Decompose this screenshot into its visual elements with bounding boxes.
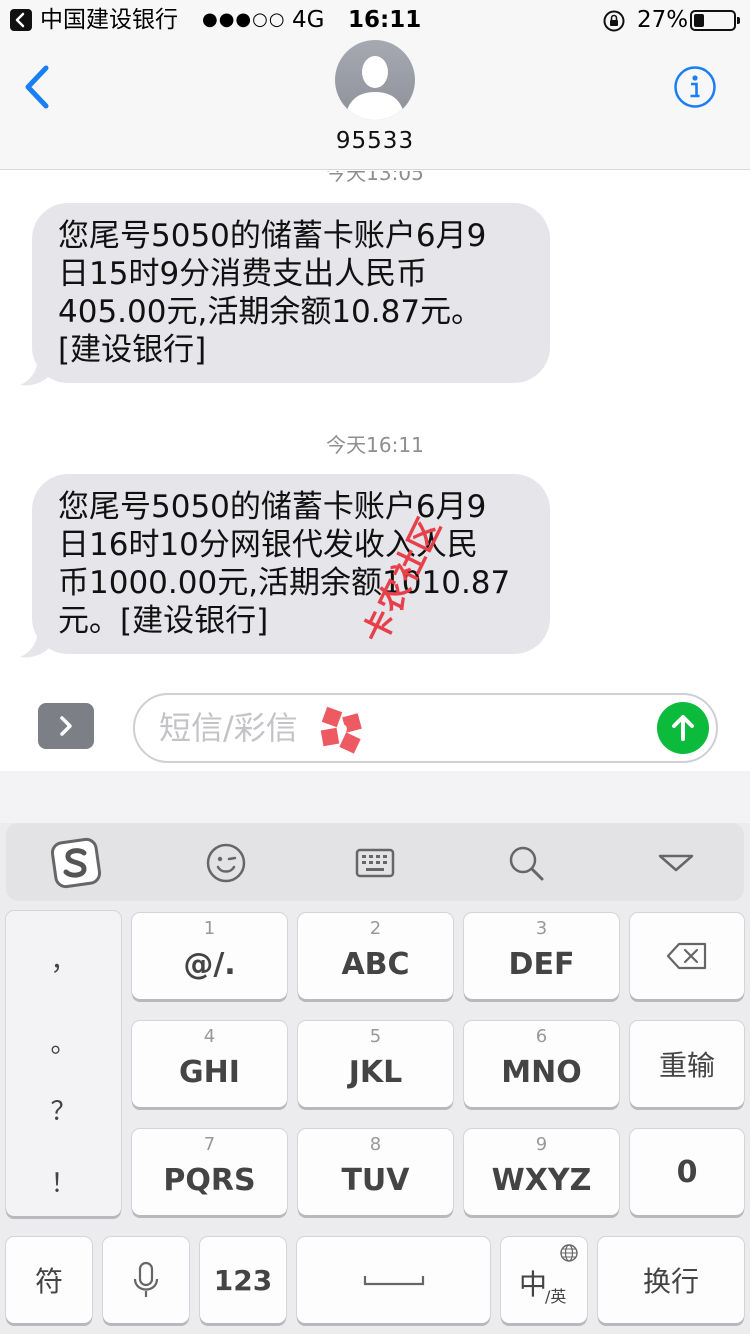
expand-apps-button[interactable]: [38, 703, 94, 749]
space-bar[interactable]: [297, 1237, 490, 1323]
key-label: TUV: [341, 1163, 410, 1198]
conversation-header: 95533: [0, 40, 750, 170]
message-list[interactable]: 今天13:05 您尾号5050的储蓄卡账户6月9 日15时9分消费支出人民币 4…: [0, 171, 750, 671]
space-icon: [363, 1276, 424, 1286]
key-label: 123: [213, 1263, 273, 1297]
message-line: 日15时9分消费支出人民币: [58, 256, 428, 292]
key-number: 4: [203, 1026, 216, 1047]
person-icon: [345, 56, 405, 120]
status-bar: 中国建设银行 ●●●○○ 4G 16:11 27%: [0, 0, 750, 40]
key-1[interactable]: 1 @/.: [132, 913, 287, 999]
key-2[interactable]: 2 ABC: [298, 913, 453, 999]
key-label: 换行: [642, 1265, 699, 1298]
info-icon[interactable]: [673, 65, 717, 109]
punct-key[interactable]: ？: [6, 1091, 121, 1128]
key-9[interactable]: 9 WXYZ: [464, 1129, 619, 1215]
backspace-icon: [666, 942, 707, 970]
sogou-logo-icon[interactable]: [50, 837, 102, 889]
key-number: 3: [535, 918, 548, 939]
message-bubble[interactable]: 您尾号5050的储蓄卡账户6月9 日15时9分消费支出人民币 405.00元,活…: [32, 203, 550, 383]
key-label: JKL: [348, 1055, 403, 1090]
key-number: 6: [535, 1026, 548, 1047]
key-label: @/.: [183, 947, 236, 982]
chevron-right-icon: [60, 716, 72, 736]
key-7[interactable]: 7 PQRS: [132, 1129, 287, 1215]
message-bubble[interactable]: 您尾号5050的储蓄卡账户6月9 日16时10分网银代发收入人民 币1000.0…: [32, 474, 550, 654]
symbols-button[interactable]: 符: [6, 1237, 92, 1323]
punct-key[interactable]: ，: [6, 941, 121, 978]
key-0[interactable]: 0: [630, 1129, 744, 1215]
key-number: 1: [203, 918, 216, 939]
battery-icon: [690, 10, 740, 31]
chevron-left-icon[interactable]: [18, 62, 62, 112]
message-input[interactable]: [159, 705, 639, 751]
message-line: 405.00元,活期余额10.87元。: [58, 294, 483, 330]
keypad: ， 。 ？ ！ 1 @/. 2 ABC 3 DEF 4 GHI 5 JKL 6 …: [0, 906, 750, 1334]
key-label: WXYZ: [491, 1163, 592, 1198]
clock: 16:11: [348, 7, 422, 33]
message-line: 日16时10分网银代发收入人民: [58, 527, 478, 563]
key-label: MNO: [501, 1055, 582, 1090]
key-sub-label: /英: [545, 1287, 567, 1306]
battery-fill: [694, 14, 704, 27]
collapse-icon[interactable]: [650, 837, 702, 889]
key-number: 9: [535, 1134, 548, 1155]
compose-bar: [0, 671, 750, 771]
backspace-button[interactable]: [630, 913, 744, 999]
arrow-up-icon: [672, 715, 694, 741]
key-number: 5: [369, 1026, 382, 1047]
punctuation-column[interactable]: ， 。 ？ ！: [6, 911, 121, 1216]
globe-icon: [560, 1244, 578, 1262]
message-line: 您尾号5050的储蓄卡账户6月9: [58, 489, 487, 525]
send-button[interactable]: [657, 702, 709, 754]
keyboard-top-strip: [0, 771, 750, 823]
language-switch-button[interactable]: 中 /英: [501, 1237, 587, 1323]
message-line: 币1000.00元,活期余额1010.87: [58, 565, 511, 601]
key-label: DEF: [508, 947, 575, 982]
number-mode-button[interactable]: 123: [200, 1237, 286, 1323]
message-line: 元。[建设银行]: [58, 603, 269, 639]
enter-button[interactable]: 换行: [598, 1237, 744, 1323]
key-8[interactable]: 8 TUV: [298, 1129, 453, 1215]
search-icon[interactable]: [500, 837, 552, 889]
keyboard-toolbar: [6, 823, 744, 901]
emoji-icon[interactable]: [200, 837, 252, 889]
message-line: [建设银行]: [58, 332, 207, 368]
key-number: 7: [203, 1134, 216, 1155]
carrier-name: 中国建设银行: [40, 7, 178, 33]
contact-name[interactable]: 95533: [0, 128, 750, 154]
retype-label: 重输: [658, 1049, 715, 1082]
key-3[interactable]: 3 DEF: [464, 913, 619, 999]
back-to-app-icon[interactable]: [10, 9, 32, 31]
voice-input-button[interactable]: [103, 1237, 189, 1323]
key-label: GHI: [179, 1055, 240, 1090]
network-type: 4G: [292, 7, 325, 33]
key-label: 中: [519, 1268, 548, 1301]
microphone-icon: [133, 1261, 159, 1297]
key-number: 2: [369, 918, 382, 939]
keyboard-icon[interactable]: [349, 837, 401, 889]
key-number: 8: [369, 1134, 382, 1155]
key-4[interactable]: 4 GHI: [132, 1021, 287, 1107]
battery-percent: 27%: [637, 7, 689, 33]
punct-key[interactable]: ！: [6, 1163, 121, 1200]
retype-button[interactable]: 重输: [630, 1021, 744, 1107]
key-label: ABC: [341, 947, 410, 982]
key-label: 符: [34, 1265, 63, 1298]
key-label: PQRS: [163, 1163, 256, 1198]
contact-avatar[interactable]: [335, 40, 415, 120]
punct-key[interactable]: 。: [6, 1023, 121, 1060]
signal-strength: ●●●○○: [202, 9, 286, 30]
key-5[interactable]: 5 JKL: [298, 1021, 453, 1107]
key-label: 0: [676, 1154, 698, 1190]
keyboard: ， 。 ？ ！ 1 @/. 2 ABC 3 DEF 4 GHI 5 JKL 6 …: [0, 771, 750, 1334]
key-6[interactable]: 6 MNO: [464, 1021, 619, 1107]
timestamp: 今天16:11: [326, 433, 424, 457]
message-field[interactable]: [133, 693, 718, 763]
message-line: 您尾号5050的储蓄卡账户6月9: [58, 218, 487, 254]
rotation-lock-icon: [602, 9, 626, 33]
timestamp: 今天13:05: [326, 171, 424, 185]
